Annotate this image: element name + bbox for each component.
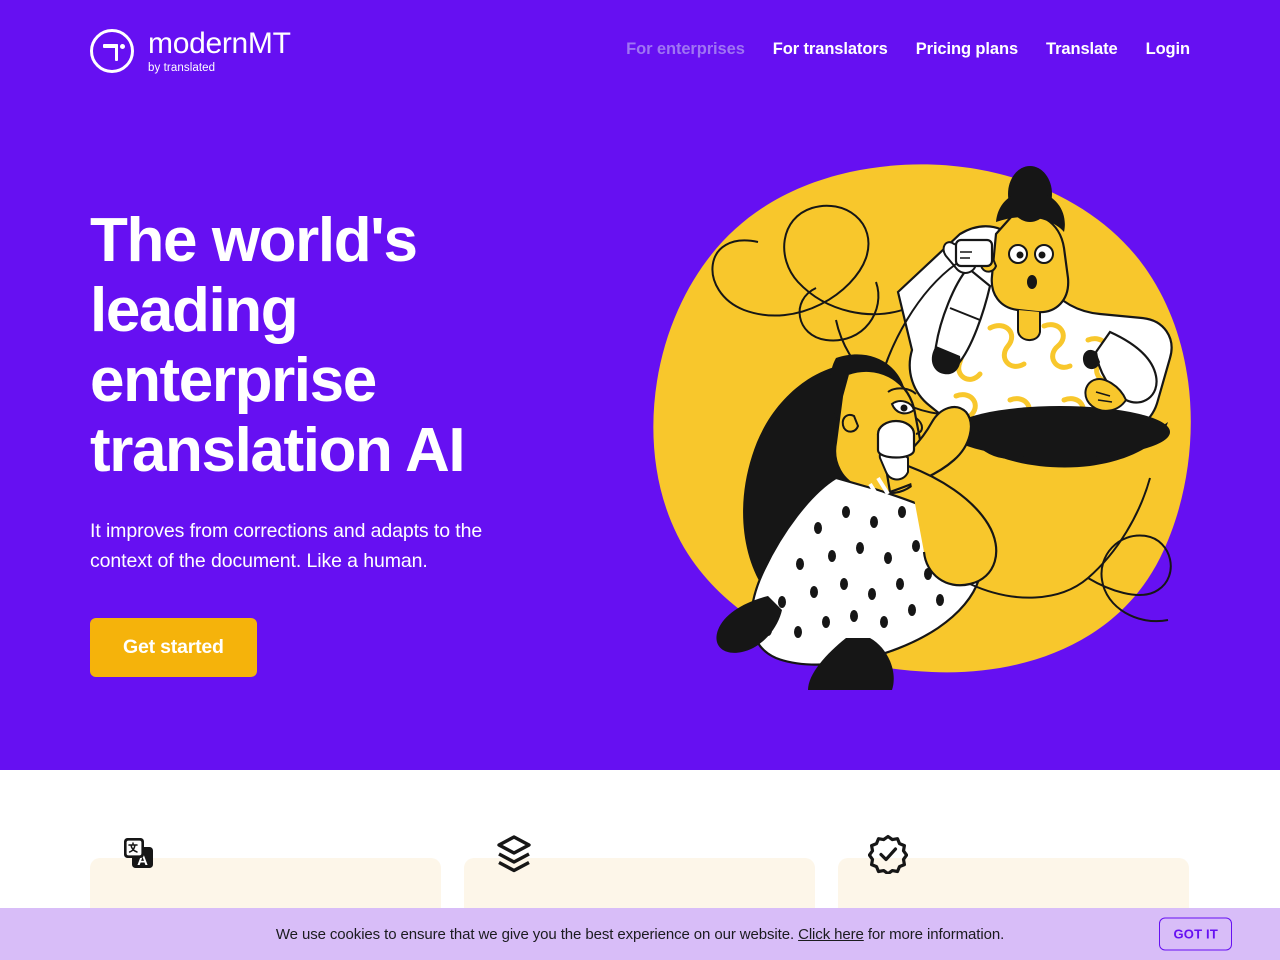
modernmt-circle-logo-icon <box>90 29 134 73</box>
get-started-button[interactable]: Get started <box>90 618 257 677</box>
page-root: modernMT by translated For enterprises F… <box>0 0 1280 960</box>
nav-item-login[interactable]: Login <box>1146 40 1191 59</box>
cookie-text-before: We use cookies to ensure that we give yo… <box>275 925 799 943</box>
page-title: The world's leading enterprise translati… <box>90 206 466 485</box>
hero-illustration <box>640 160 1210 690</box>
brand-wordmark: modernMT by translated <box>148 28 291 74</box>
hero-subtitle: It improves from corrections and adapts … <box>90 520 483 572</box>
cookie-banner-text: We use cookies to ensure that we give yo… <box>276 926 1004 943</box>
primary-navigation: For enterprises For translators Pricing … <box>626 40 1190 59</box>
nav-item-for-translators[interactable]: For translators <box>773 40 888 59</box>
cookie-accept-button[interactable]: GOT IT <box>1159 917 1232 951</box>
layers-stack-icon <box>492 832 536 876</box>
translate-icon: A <box>118 832 162 876</box>
verified-badge-icon <box>866 832 910 876</box>
nav-item-translate[interactable]: Translate <box>1046 40 1118 59</box>
cookie-consent-banner: We use cookies to ensure that we give yo… <box>0 908 1280 960</box>
hero-copy: The world's leading enterprise translati… <box>90 206 560 677</box>
brand-name: modernMT <box>148 27 291 60</box>
cookie-policy-link[interactable]: Click here <box>798 926 864 943</box>
hero-section: modernMT by translated For enterprises F… <box>0 0 1280 770</box>
nav-item-for-enterprises[interactable]: For enterprises <box>626 40 745 59</box>
brand-logo-link[interactable]: modernMT by translated <box>90 28 291 74</box>
site-header: modernMT by translated For enterprises F… <box>0 0 1280 100</box>
cookie-text-after: for more information. <box>863 925 1005 943</box>
brand-tagline: by translated <box>148 61 216 74</box>
nav-item-pricing-plans[interactable]: Pricing plans <box>916 40 1018 59</box>
